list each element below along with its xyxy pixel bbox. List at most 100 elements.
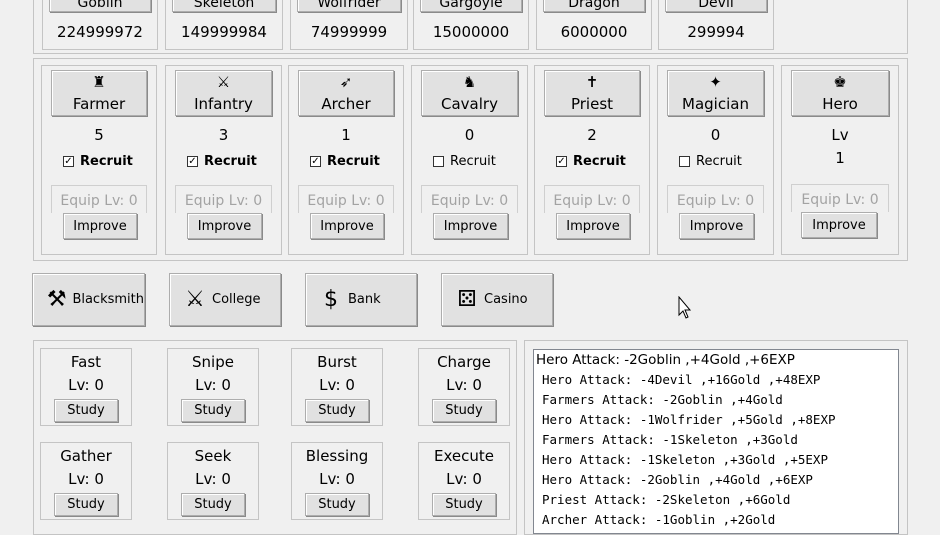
log-line: Hero Attack: -1Wolfrider ,+5Gold ,+8EXP xyxy=(542,412,836,427)
study-button[interactable]: Study xyxy=(181,399,245,422)
equip-level: Equip Lv: 0 xyxy=(544,185,640,213)
farmer-icon: ♜ xyxy=(92,73,106,91)
recruit-checkbox[interactable]: Recruit xyxy=(679,154,742,169)
unit-count: 1 xyxy=(341,126,351,144)
equip-level: Equip Lv: 0 xyxy=(51,185,147,213)
study-button[interactable]: Study xyxy=(305,399,369,422)
recruit-label: Recruit xyxy=(80,154,133,169)
hero-equip-level: Equip Lv: 0 xyxy=(791,184,889,212)
recruit-label: Recruit xyxy=(204,154,257,169)
skill-name: Snipe xyxy=(192,353,234,371)
unit-count: 0 xyxy=(710,126,721,144)
mouse-cursor-icon xyxy=(678,296,692,319)
infantry-icon: ⚔ xyxy=(216,73,231,91)
unit-name: Archer xyxy=(321,95,371,113)
study-button[interactable]: Study xyxy=(54,399,118,422)
checkbox-checked-icon[interactable]: ✓ xyxy=(556,156,567,167)
building-label: Bank xyxy=(348,292,381,307)
skill-level: Lv: 0 xyxy=(195,470,231,488)
building-button-casino[interactable]: ⚄ Casino xyxy=(441,273,553,326)
recruit-label: Recruit xyxy=(696,154,742,169)
battle-log[interactable]: Hero Attack: -2Goblin ,+4Gold ,+6EXP Hero… xyxy=(533,349,899,534)
skill-level: Lv: 0 xyxy=(319,470,355,488)
recruit-checkbox[interactable]: ✓ Recruit xyxy=(310,154,380,169)
recruit-checkbox[interactable]: Recruit xyxy=(433,154,496,169)
log-line: Hero Attack: -4Devil ,+16Gold ,+48EXP xyxy=(542,372,821,387)
recruit-checkbox[interactable]: ✓ Recruit xyxy=(63,154,133,169)
recruit-checkbox[interactable]: ✓ Recruit xyxy=(187,154,257,169)
improve-button[interactable]: Improve xyxy=(310,213,384,239)
enemy-count: 149999984 xyxy=(181,23,267,41)
log-line: Hero Attack: -1Skeleton ,+3Gold ,+5EXP xyxy=(542,452,828,467)
study-button[interactable]: Study xyxy=(54,493,118,516)
log-line: Farmers Attack: -2Goblin ,+4Gold xyxy=(542,392,783,407)
unit-button-magician[interactable]: ✦ Magician xyxy=(667,70,764,116)
hero-improve-button[interactable]: Improve xyxy=(801,212,877,238)
skill-name: Charge xyxy=(437,353,491,371)
unit-button-cavalry[interactable]: ♞ Cavalry xyxy=(421,70,518,116)
checkbox-unchecked-icon[interactable] xyxy=(679,156,690,167)
study-button[interactable]: Study xyxy=(305,493,369,516)
hero-button[interactable]: ♚ Hero xyxy=(791,70,889,116)
unit-button-farmer[interactable]: ♜ Farmer xyxy=(51,70,147,116)
recruit-label: Recruit xyxy=(327,154,380,169)
unit-name: Priest xyxy=(570,95,614,113)
checkbox-checked-icon[interactable]: ✓ xyxy=(63,156,74,167)
archer-icon: ➶ xyxy=(339,73,353,91)
skill-level: Lv: 0 xyxy=(319,376,355,394)
improve-button[interactable]: Improve xyxy=(63,213,137,239)
improve-button[interactable]: Improve xyxy=(556,213,630,239)
equip-level: Equip Lv: 0 xyxy=(667,185,764,213)
unit-count: 0 xyxy=(464,126,475,144)
building-button-college[interactable]: ⚔ College xyxy=(169,273,281,326)
skill-name: Seek xyxy=(194,447,232,465)
study-button[interactable]: Study xyxy=(432,399,496,422)
improve-button[interactable]: Improve xyxy=(679,213,754,239)
enemy-count: 15000000 xyxy=(432,23,510,41)
building-label: Blacksmith xyxy=(72,292,144,307)
unit-count: 2 xyxy=(587,126,597,144)
unit-name: Infantry xyxy=(194,95,253,113)
improve-button[interactable]: Improve xyxy=(187,213,262,239)
log-line: Archer Attack: -1Goblin ,+2Gold xyxy=(542,512,776,527)
checkbox-checked-icon[interactable]: ✓ xyxy=(310,156,321,167)
unit-button-infantry[interactable]: ⚔ Infantry xyxy=(175,70,272,116)
unit-count: 3 xyxy=(218,126,229,144)
log-line: Hero Attack: -2Goblin ,+4Gold ,+6EXP xyxy=(542,472,813,487)
hero-lv-label: Lv xyxy=(831,126,849,144)
crossed-swords-icon: ⚔ xyxy=(185,287,205,312)
study-button[interactable]: Study xyxy=(181,493,245,516)
building-button-bank[interactable]: $ Bank xyxy=(305,273,417,326)
money-bag-icon: $ xyxy=(324,287,338,312)
cavalry-icon: ♞ xyxy=(462,73,477,91)
improve-button[interactable]: Improve xyxy=(433,213,508,239)
anvil-icon: ⚒ xyxy=(46,287,67,312)
building-label: College xyxy=(212,292,261,307)
recruit-label: Recruit xyxy=(573,154,626,169)
building-label: Casino xyxy=(484,292,528,307)
log-line: Farmers Attack: -1Skeleton ,+3Gold xyxy=(542,432,798,447)
unit-button-archer[interactable]: ➶ Archer xyxy=(298,70,394,116)
skill-level: Lv: 0 xyxy=(446,376,482,394)
equip-level: Equip Lv: 0 xyxy=(175,185,272,213)
skill-name: Gather xyxy=(60,447,112,465)
building-button-blacksmith[interactable]: ⚒ Blacksmith xyxy=(32,273,145,326)
log-line: Hero Attack: -2Goblin ,+4Gold ,+6EXP xyxy=(536,352,795,368)
skill-name: Burst xyxy=(317,353,357,371)
priest-icon: ✝ xyxy=(585,73,599,91)
unit-button-priest[interactable]: ✝ Priest xyxy=(544,70,640,116)
recruit-checkbox[interactable]: ✓ Recruit xyxy=(556,154,626,169)
enemy-count: 299994 xyxy=(687,23,745,41)
skill-name: Execute xyxy=(434,447,494,465)
enemy-count: 224999972 xyxy=(57,23,143,41)
checkbox-unchecked-icon[interactable] xyxy=(433,156,444,167)
unit-name: Farmer xyxy=(72,95,126,113)
equip-level: Equip Lv: 0 xyxy=(298,185,394,213)
skill-level: Lv: 0 xyxy=(446,470,482,488)
checkbox-checked-icon[interactable]: ✓ xyxy=(187,156,198,167)
hero-name: Hero xyxy=(822,95,858,113)
hero-icon: ♚ xyxy=(833,73,847,91)
study-button[interactable]: Study xyxy=(432,493,496,516)
equip-level: Equip Lv: 0 xyxy=(421,185,518,213)
magician-icon: ✦ xyxy=(709,73,722,91)
